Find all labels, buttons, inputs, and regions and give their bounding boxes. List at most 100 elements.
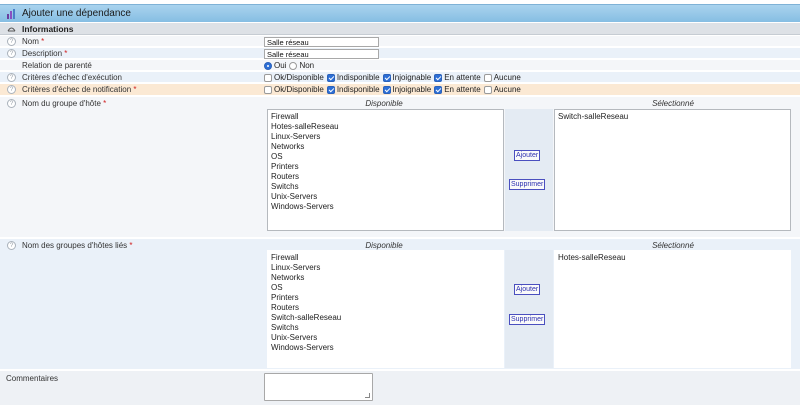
checkbox[interactable]	[434, 73, 443, 82]
section-header-informations[interactable]: Informations	[0, 23, 800, 35]
radio-oui[interactable]	[264, 61, 272, 70]
linked-add-button[interactable]: Ajouter	[514, 284, 541, 295]
checkbox[interactable]	[382, 85, 391, 94]
checkbox[interactable]	[382, 73, 391, 82]
linked-remove-button[interactable]: Supprimer	[509, 314, 546, 325]
list-item[interactable]: Windows-Servers	[271, 343, 500, 353]
help-icon[interactable]: ?	[7, 37, 16, 46]
notif-criteria-options: Ok/Disponible Indisponible Injoignable E…	[264, 85, 524, 94]
linked-selected-list[interactable]: Hotes-salleReseau	[554, 250, 791, 368]
checkbox[interactable]	[326, 85, 335, 94]
description-input[interactable]	[264, 49, 379, 59]
checkbox[interactable]	[264, 85, 272, 94]
list-item[interactable]: Routers	[271, 303, 500, 313]
hostgroup-remove-button[interactable]: Supprimer	[509, 179, 546, 190]
exec-criteria-label: Critères d'échec d'exécution	[22, 73, 122, 82]
name-label: Nom	[22, 37, 39, 46]
list-item[interactable]: Switchs	[271, 323, 500, 333]
row-comments: Commentaires	[0, 371, 800, 406]
required-mark: *	[129, 241, 133, 250]
linked-selected-header: Sélectionné	[652, 241, 694, 250]
checkbox[interactable]	[483, 73, 492, 82]
row-name: ? Nom *	[0, 36, 800, 47]
help-icon[interactable]: ?	[7, 49, 16, 58]
row-hostgroup: ? Nom du groupe d'hôte * Disponible Séle…	[0, 97, 800, 238]
notif-option-ok[interactable]: Ok/Disponible	[264, 85, 324, 94]
help-icon[interactable]: ?	[7, 85, 16, 94]
linked-available-header: Disponible	[365, 241, 403, 250]
exec-option-ok[interactable]: Ok/Disponible	[264, 73, 324, 82]
notif-criteria-label: Critères d'échec de notification	[22, 85, 132, 94]
description-label: Description	[22, 49, 63, 58]
row-description: ? Description *	[0, 48, 800, 59]
hostgroup-selected-header: Sélectionné	[652, 99, 694, 108]
hostgroup-available-list[interactable]: Firewall Hotes-salleReseau Linux-Servers…	[267, 109, 504, 231]
list-item[interactable]: OS	[271, 152, 500, 162]
comments-label: Commentaires	[6, 374, 59, 383]
notif-option-aucune[interactable]: Aucune	[483, 85, 521, 94]
exec-option-en-attente[interactable]: En attente	[434, 73, 481, 82]
exec-option-indisponible[interactable]: Indisponible	[326, 73, 380, 82]
list-item[interactable]: Networks	[271, 142, 500, 152]
list-item[interactable]: Routers	[271, 172, 500, 182]
list-item[interactable]: Linux-Servers	[271, 263, 500, 273]
list-item[interactable]: Switchs	[271, 182, 500, 192]
help-icon[interactable]: ?	[7, 99, 16, 108]
required-mark: *	[41, 37, 45, 46]
list-item[interactable]: OS	[271, 283, 500, 293]
hostgroup-label: Nom du groupe d'hôte	[22, 99, 101, 108]
relation-options: Oui Non	[264, 61, 317, 70]
list-item[interactable]: Networks	[271, 273, 500, 283]
comments-textarea[interactable]	[264, 373, 373, 401]
exec-option-injoignable[interactable]: Injoignable	[382, 73, 431, 82]
row-exec-criteria: ? Critères d'échec d'exécution Ok/Dispon…	[0, 72, 800, 83]
exec-criteria-options: Ok/Disponible Indisponible Injoignable E…	[264, 73, 524, 82]
relation-label: Relation de parenté	[22, 61, 92, 70]
linked-actions: Ajouter Supprimer	[505, 250, 553, 368]
name-input[interactable]	[264, 37, 379, 47]
section-title: Informations	[22, 24, 74, 34]
notif-option-injoignable[interactable]: Injoignable	[382, 85, 431, 94]
list-item[interactable]: Printers	[271, 162, 500, 172]
resize-grip-icon[interactable]	[365, 393, 370, 398]
list-item[interactable]: Unix-Servers	[271, 192, 500, 202]
notif-option-en-attente[interactable]: En attente	[434, 85, 481, 94]
hostgroup-available-header: Disponible	[365, 99, 403, 108]
linked-available-list[interactable]: Firewall Linux-Servers Networks OS Print…	[267, 250, 504, 368]
row-notif-criteria: ? Critères d'échec de notification * Ok/…	[0, 84, 800, 96]
dependency-icon	[7, 9, 15, 19]
required-mark: *	[133, 85, 137, 94]
notif-option-indisponible[interactable]: Indisponible	[326, 85, 380, 94]
required-mark: *	[64, 49, 68, 58]
collapse-arrow-icon[interactable]	[7, 25, 16, 33]
help-icon[interactable]: ?	[7, 241, 16, 250]
page-title: Ajouter une dépendance	[22, 8, 131, 19]
list-item[interactable]: Unix-Servers	[271, 333, 500, 343]
list-item[interactable]: Hotes-salleReseau	[271, 122, 500, 132]
row-relation: Relation de parenté Oui Non	[0, 60, 800, 71]
page-header: Ajouter une dépendance	[0, 4, 800, 22]
list-item[interactable]: Hotes-salleReseau	[558, 253, 787, 263]
exec-option-aucune[interactable]: Aucune	[483, 73, 521, 82]
list-item[interactable]: Firewall	[271, 253, 500, 263]
checkbox[interactable]	[264, 73, 272, 82]
help-icon[interactable]: ?	[7, 73, 16, 82]
list-item[interactable]: Printers	[271, 293, 500, 303]
checkbox[interactable]	[434, 85, 443, 94]
required-mark: *	[103, 99, 107, 108]
hostgroup-actions: Ajouter Supprimer	[505, 109, 553, 231]
hostgroup-selected-list[interactable]: Switch-salleReseau	[554, 109, 791, 231]
list-item[interactable]: Switch-salleReseau	[271, 313, 500, 323]
checkbox[interactable]	[326, 73, 335, 82]
list-item[interactable]: Windows-Servers	[271, 202, 500, 212]
relation-option-oui[interactable]: Oui	[264, 61, 286, 70]
list-item[interactable]: Firewall	[271, 112, 500, 122]
hostgroup-add-button[interactable]: Ajouter	[514, 150, 541, 161]
linked-hostgroups-label: Nom des groupes d'hôtes liés	[22, 241, 128, 250]
list-item[interactable]: Linux-Servers	[271, 132, 500, 142]
radio-non[interactable]	[289, 61, 298, 70]
list-item[interactable]: Switch-salleReseau	[558, 112, 787, 122]
checkbox[interactable]	[483, 85, 492, 94]
relation-option-non[interactable]: Non	[289, 61, 314, 70]
row-linked-hostgroups: ? Nom des groupes d'hôtes liés * Disponi…	[0, 239, 800, 370]
